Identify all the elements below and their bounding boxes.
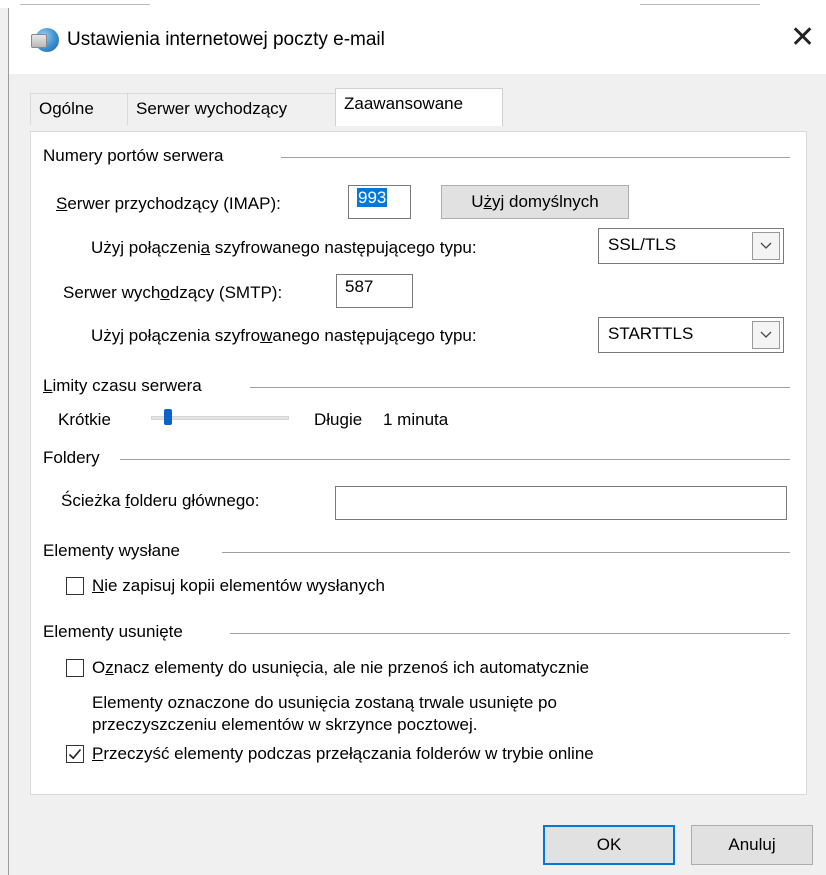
purge-on-switch-checkbox[interactable] [66, 745, 84, 763]
incoming-port-input[interactable]: 993 [348, 185, 411, 219]
background-line [640, 4, 760, 5]
incoming-server-label: Serwer przychodzący (IMAP): [56, 194, 281, 213]
chevron-down-icon [752, 321, 780, 349]
timeout-long-label: Długie [314, 410, 363, 429]
section-title-timeouts: Limity czasu serwera [43, 376, 202, 395]
timeout-value: 1 minuta [383, 410, 449, 429]
incoming-encryption-label: Użyj połączenia szyfrowanego następujące… [91, 238, 477, 257]
section-divider [230, 633, 790, 634]
email-settings-dialog: Ustawienia internetowej poczty e-mail ✕ … [8, 8, 826, 875]
advanced-tab-panel: Numery portów serwera Serwer przychodząc… [30, 131, 807, 795]
root-folder-label: Ścieżka folderu głównego: [61, 491, 260, 510]
section-divider [222, 552, 790, 553]
mark-for-deletion-checkbox[interactable] [66, 659, 84, 677]
section-divider [281, 157, 790, 158]
section-title-deleted: Elementy usunięte [43, 622, 183, 641]
window-title: Ustawienia internetowej poczty e-mail [67, 29, 385, 50]
tab-general[interactable]: Ogólne [30, 93, 128, 125]
root-folder-input[interactable] [335, 486, 787, 520]
deletion-info-line-1: Elementy oznaczone do usunięcia zostaną … [92, 693, 557, 712]
ok-button[interactable]: OK [543, 825, 675, 865]
outgoing-encryption-label: Użyj połączenia szyfrowanego następujące… [91, 326, 477, 345]
dont-save-sent-label[interactable]: Nie zapisuj kopii elementów wysłanych [92, 576, 385, 596]
background-line [20, 4, 150, 5]
outgoing-server-label: Serwer wychodzący (SMTP): [63, 283, 283, 302]
dont-save-sent-checkbox[interactable] [66, 577, 84, 595]
timeout-slider-thumb[interactable] [164, 409, 172, 425]
background-window-strip [0, 0, 826, 8]
section-divider [250, 387, 790, 388]
outlook-globe-icon [31, 28, 59, 52]
outgoing-encryption-select[interactable]: STARTTLS [598, 317, 784, 353]
timeout-short-label: Krótkie [58, 410, 111, 429]
tab-outgoing-server[interactable]: Serwer wychodzący [127, 93, 336, 125]
tab-advanced[interactable]: Zaawansowane [335, 88, 503, 126]
cancel-button[interactable]: Anuluj [691, 825, 813, 865]
section-title-ports: Numery portów serwera [43, 146, 224, 165]
checkmark-icon [68, 748, 82, 760]
use-defaults-button[interactable]: Użyj domyślnych [441, 185, 629, 219]
section-divider [120, 459, 790, 460]
section-title-sent: Elementy wysłane [43, 541, 181, 560]
deletion-info-line-2: przeczyszczeniu elementów w skrzynce poc… [92, 715, 478, 734]
close-icon[interactable]: ✕ [790, 20, 815, 56]
chevron-down-icon [752, 232, 780, 260]
incoming-encryption-select[interactable]: SSL/TLS [598, 228, 784, 264]
tab-advanced-label: Zaawansowane [344, 94, 464, 113]
mark-for-deletion-label[interactable]: Oznacz elementy do usunięcia, ale nie pr… [92, 658, 589, 678]
outgoing-encryption-value: STARTTLS [608, 324, 694, 343]
section-title-folders: Foldery [43, 448, 100, 467]
tab-general-label: Ogólne [39, 99, 94, 118]
outgoing-port-input[interactable]: 587 [336, 274, 413, 308]
title-bar: Ustawienia internetowej poczty e-mail ✕ [9, 8, 826, 74]
incoming-encryption-value: SSL/TLS [608, 235, 677, 254]
tab-outgoing-server-label: Serwer wychodzący [136, 99, 288, 118]
purge-on-switch-label[interactable]: Przeczyść elementy podczas przełączania … [92, 744, 594, 764]
